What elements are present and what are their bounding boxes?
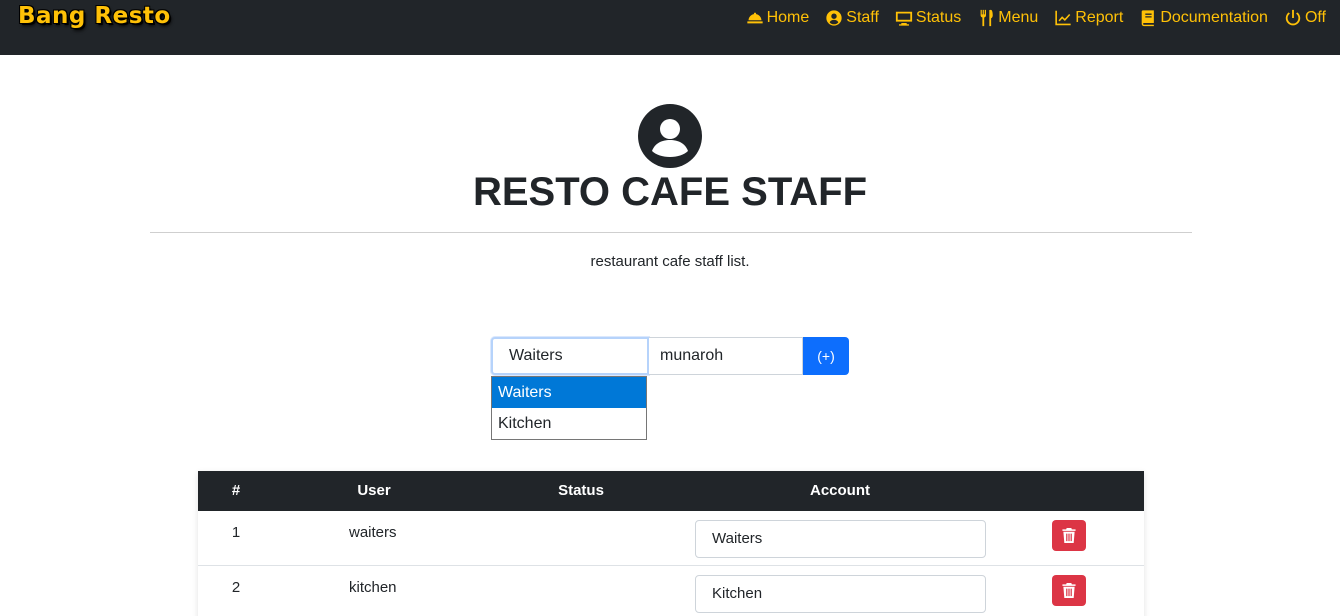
header-account: Account — [810, 482, 870, 499]
nav-home[interactable]: Home — [746, 7, 810, 29]
table-header: # User Status Account — [198, 471, 1144, 511]
add-staff-button[interactable]: (+) — [803, 337, 849, 375]
header-user: User — [357, 482, 391, 499]
header-status: Status — [558, 482, 604, 499]
nav-off[interactable]: Off — [1284, 7, 1326, 29]
page-title: RESTO CAFE STAFF — [472, 170, 868, 214]
nav-menu[interactable]: Menu — [977, 7, 1038, 29]
nav-report[interactable]: Report — [1054, 7, 1123, 29]
row-account-select[interactable]: Waiters — [695, 520, 986, 558]
nav-menu-label: Menu — [998, 9, 1039, 26]
nav-report-label: Report — [1075, 9, 1124, 26]
nav-documentation[interactable]: Documentation — [1139, 7, 1268, 29]
nav-status[interactable]: Status — [895, 7, 961, 29]
account-type-select[interactable]: Waiters — [491, 337, 649, 375]
nav-home-label: Home — [766, 9, 810, 26]
page-subtitle: restaurant cafe staff list. — [590, 253, 750, 270]
trash-icon — [1062, 583, 1076, 598]
staff-name-input[interactable]: munaroh — [649, 337, 803, 375]
row-user: waiters — [349, 524, 397, 541]
table-row: 2 kitchen Kitchen — [198, 566, 1144, 616]
row-user: kitchen — [349, 579, 397, 596]
bell-concierge-icon — [746, 12, 763, 24]
delete-button[interactable] — [1052, 520, 1086, 551]
row-number: 2 — [231, 579, 241, 596]
nav-staff-label: Staff — [846, 9, 879, 26]
delete-button[interactable] — [1052, 575, 1086, 606]
row-account-select[interactable]: Kitchen — [695, 575, 986, 613]
header-number: # — [231, 482, 241, 499]
table-row: 1 waiters Waiters — [198, 511, 1144, 566]
nav-documentation-label: Documentation — [1160, 9, 1268, 26]
nav-links: Home Staff Status Menu Report Documentat… — [730, 7, 1326, 29]
account-dropdown-list: Waiters Kitchen — [491, 376, 647, 440]
utensils-icon — [980, 9, 994, 27]
book-icon — [1142, 10, 1155, 27]
user-circle-icon — [826, 10, 842, 26]
power-icon — [1285, 9, 1301, 26]
option-waiters[interactable]: Waiters — [492, 377, 646, 408]
trash-icon — [1062, 528, 1076, 543]
row-number: 1 — [231, 524, 241, 541]
chart-line-icon — [1055, 10, 1071, 26]
nav-off-label: Off — [1304, 9, 1326, 26]
option-kitchen[interactable]: Kitchen — [492, 408, 646, 439]
brand-logo[interactable]: Bang Resto — [18, 3, 171, 29]
monitor-icon — [895, 11, 913, 26]
staff-table: # User Status Account 1 waiters Waiters … — [198, 471, 1144, 616]
top-navbar: Bang Resto Home Staff Status Menu Report… — [0, 0, 1340, 55]
nav-staff[interactable]: Staff — [825, 7, 879, 29]
nav-status-label: Status — [915, 9, 962, 26]
divider — [150, 232, 1192, 233]
user-avatar-icon — [638, 104, 702, 168]
